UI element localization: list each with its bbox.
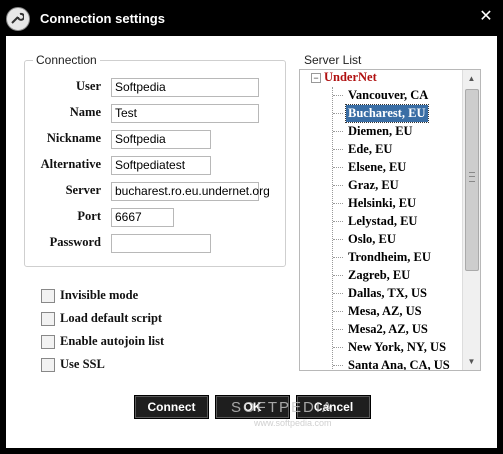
nickname-label: Nickname	[46, 131, 101, 145]
enable-autojoin-list-checkbox[interactable]	[41, 335, 55, 349]
watermark-url: www.softpedia.com	[254, 418, 332, 428]
enable-autojoin-list-label: Enable autojoin list	[60, 334, 165, 348]
tree-connector	[333, 113, 343, 114]
tree-connector	[333, 239, 343, 240]
collapse-icon[interactable]: −	[311, 73, 321, 83]
server-item[interactable]: Bucharest, EU	[345, 104, 429, 123]
tree-connector	[333, 329, 343, 330]
nickname-input[interactable]: Softpedia	[111, 130, 211, 149]
password-input[interactable]	[111, 234, 211, 253]
server-item[interactable]: New York, NY, US	[346, 339, 448, 356]
tree-root-undernet[interactable]: UnderNet	[324, 70, 377, 86]
use-ssl-checkbox[interactable]	[41, 358, 55, 372]
invisible-mode-option[interactable]: Invisible mode	[41, 288, 241, 304]
tree-connector	[333, 365, 343, 366]
server-label: Server	[65, 183, 101, 197]
name-input[interactable]: Test	[111, 104, 259, 123]
tree-connector	[333, 293, 343, 294]
watermark: SOFTPEDIA	[231, 399, 335, 416]
use-ssl-label: Use SSL	[60, 357, 105, 371]
server-item[interactable]: Vancouver, CA	[346, 87, 430, 104]
server-item[interactable]: Diemen, EU	[346, 123, 415, 140]
enable-autojoin-list-option[interactable]: Enable autojoin list	[41, 334, 241, 350]
use-ssl-option[interactable]: Use SSL	[41, 357, 241, 373]
scroll-up-icon[interactable]: ▲	[463, 70, 480, 87]
connect-button[interactable]: Connect	[134, 395, 209, 419]
server-item[interactable]: Trondheim, EU	[346, 249, 433, 266]
server-item[interactable]: Mesa, AZ, US	[346, 303, 424, 320]
title-bar: Connection settings ✕	[0, 0, 503, 36]
tree-connector	[333, 203, 343, 204]
server-item[interactable]: Helsinki, EU	[346, 195, 418, 212]
server-list-tree[interactable]: − UnderNet Vancouver, CA Bucharest, EU Die…	[299, 69, 481, 371]
name-label: Name	[69, 105, 101, 119]
server-item[interactable]: Graz, EU	[346, 177, 401, 194]
alternative-input[interactable]: Softpediatest	[111, 156, 211, 175]
user-input[interactable]: Softpedia	[111, 78, 259, 97]
port-input[interactable]: 6667	[111, 208, 174, 227]
server-item[interactable]: Ede, EU	[346, 141, 394, 158]
wrench-icon	[6, 7, 30, 31]
invisible-mode-label: Invisible mode	[60, 288, 139, 302]
connection-legend: Connection	[33, 53, 100, 67]
server-list-scrollbar[interactable]: ▲ ▼	[462, 70, 480, 370]
load-default-script-label: Load default script	[60, 311, 163, 325]
window-title: Connection settings	[40, 11, 165, 26]
tree-connector	[333, 185, 343, 186]
server-input[interactable]: bucharest.ro.eu.undernet.org	[111, 182, 270, 201]
load-default-script-checkbox[interactable]	[41, 312, 55, 326]
load-default-script-option[interactable]: Load default script	[41, 311, 241, 327]
tree-connector	[333, 257, 343, 258]
server-item[interactable]: Santa Ana, CA, US	[346, 357, 452, 370]
server-list-legend: Server List	[304, 53, 362, 67]
server-item[interactable]: Elsene, EU	[346, 159, 408, 176]
alternative-label: Alternative	[40, 157, 101, 171]
server-item[interactable]: Dallas, TX, US	[346, 285, 429, 302]
tree-connector	[333, 347, 343, 348]
server-item[interactable]: Zagreb, EU	[346, 267, 412, 284]
user-label: User	[76, 79, 101, 93]
invisible-mode-checkbox[interactable]	[41, 289, 55, 303]
password-label: Password	[49, 235, 101, 249]
server-item[interactable]: Oslo, EU	[346, 231, 398, 248]
tree-connector	[333, 221, 343, 222]
tree-connector	[333, 95, 343, 96]
tree-connector	[333, 131, 343, 132]
scroll-thumb[interactable]	[465, 89, 479, 271]
scroll-down-icon[interactable]: ▼	[463, 353, 480, 370]
dialog-body: Connection Server List − UnderNet Vancou…	[6, 36, 497, 448]
tree-connector	[333, 275, 343, 276]
server-item[interactable]: Mesa2, AZ, US	[346, 321, 430, 338]
tree-connector	[333, 149, 343, 150]
server-item[interactable]: Lelystad, EU	[346, 213, 419, 230]
grip-icon	[469, 172, 475, 182]
port-label: Port	[77, 209, 101, 223]
close-button[interactable]: ✕	[478, 9, 494, 25]
tree-connector	[333, 167, 343, 168]
tree-connector	[333, 311, 343, 312]
